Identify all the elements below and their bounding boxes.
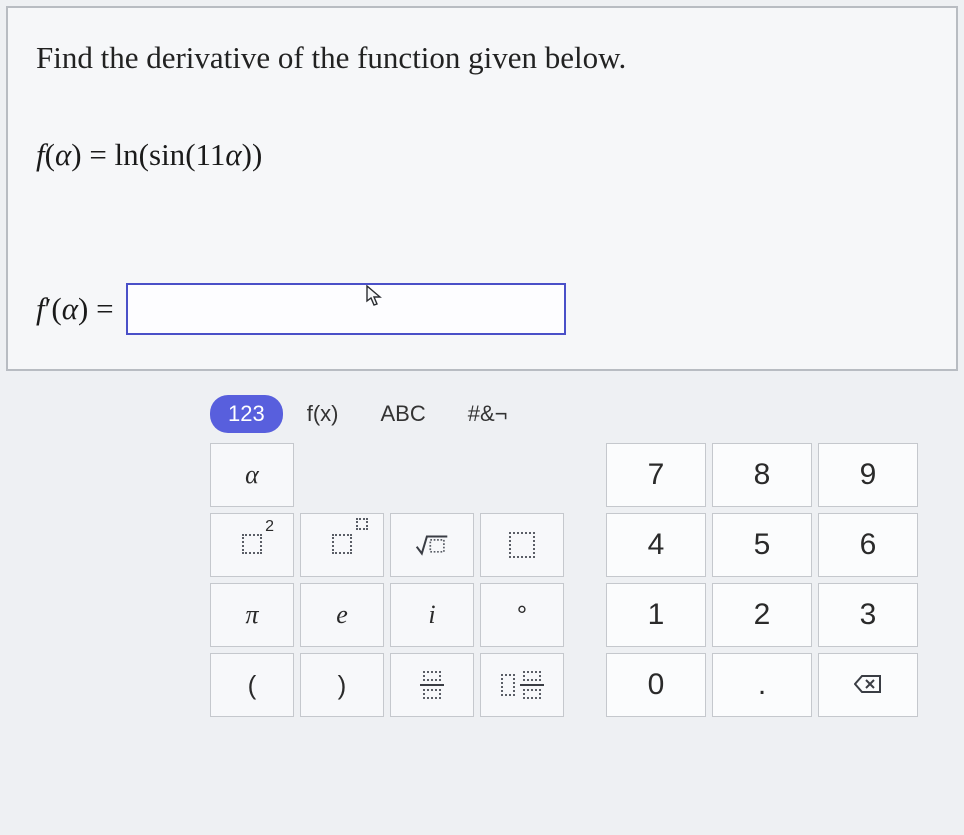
fraction-icon bbox=[420, 671, 444, 699]
key-8[interactable]: 8 bbox=[712, 443, 812, 507]
key-lparen[interactable]: ( bbox=[210, 653, 294, 717]
key-9[interactable]: 9 bbox=[818, 443, 918, 507]
key-6[interactable]: 6 bbox=[818, 513, 918, 577]
problem-prompt: Find the derivative of the function give… bbox=[36, 36, 928, 79]
tab-numbers[interactable]: 123 bbox=[210, 395, 283, 433]
answer-row: f′(α) = bbox=[36, 283, 928, 335]
key-backspace[interactable] bbox=[818, 653, 918, 717]
key-mixed-fraction[interactable] bbox=[480, 653, 564, 717]
superscript-box-icon bbox=[356, 518, 368, 530]
key-sqrt[interactable] bbox=[390, 513, 474, 577]
backspace-icon bbox=[854, 668, 882, 702]
key-box[interactable] bbox=[480, 513, 564, 577]
key-square[interactable]: 2 bbox=[210, 513, 294, 577]
placeholder-box-icon bbox=[509, 532, 535, 558]
mixed-fraction-icon bbox=[501, 671, 544, 699]
function-definition: f(α) = ln(sin(11α)) bbox=[36, 137, 928, 173]
key-0[interactable]: 0 bbox=[606, 653, 706, 717]
key-degree[interactable]: ° bbox=[480, 583, 564, 647]
key-blank-1 bbox=[300, 443, 384, 507]
answer-input[interactable] bbox=[126, 283, 566, 335]
key-dot[interactable]: . bbox=[712, 653, 812, 717]
placeholder-box-icon bbox=[242, 534, 262, 554]
tab-symbols[interactable]: #&¬ bbox=[450, 395, 526, 433]
keypad-body: α 2 π e i ° ( ) bbox=[210, 443, 964, 717]
key-e[interactable]: e bbox=[300, 583, 384, 647]
key-3[interactable]: 3 bbox=[818, 583, 918, 647]
symbol-grid: α 2 π e i ° ( ) bbox=[210, 443, 564, 717]
key-blank-3 bbox=[480, 443, 564, 507]
key-rparen[interactable]: ) bbox=[300, 653, 384, 717]
tab-letters[interactable]: ABC bbox=[362, 395, 443, 433]
derivative-label: f′(α) = bbox=[36, 291, 114, 327]
keypad-tabs: 123 f(x) ABC #&¬ bbox=[210, 395, 964, 433]
tab-functions[interactable]: f(x) bbox=[289, 395, 357, 433]
number-grid: 7 8 9 4 5 6 1 2 3 0 . bbox=[606, 443, 918, 717]
key-5[interactable]: 5 bbox=[712, 513, 812, 577]
key-alpha[interactable]: α bbox=[210, 443, 294, 507]
function-text: f(α) = ln(sin(11α)) bbox=[36, 137, 262, 172]
key-1[interactable]: 1 bbox=[606, 583, 706, 647]
problem-panel: Find the derivative of the function give… bbox=[6, 6, 958, 371]
placeholder-box-icon bbox=[332, 534, 352, 554]
key-2[interactable]: 2 bbox=[712, 583, 812, 647]
key-i[interactable]: i bbox=[390, 583, 474, 647]
key-blank-2 bbox=[390, 443, 474, 507]
superscript-2-icon: 2 bbox=[265, 518, 274, 536]
key-pi[interactable]: π bbox=[210, 583, 294, 647]
key-7[interactable]: 7 bbox=[606, 443, 706, 507]
math-keypad: 123 f(x) ABC #&¬ α 2 π bbox=[210, 395, 964, 717]
sqrt-icon bbox=[415, 532, 449, 558]
key-fraction[interactable] bbox=[390, 653, 474, 717]
key-4[interactable]: 4 bbox=[606, 513, 706, 577]
key-power[interactable] bbox=[300, 513, 384, 577]
